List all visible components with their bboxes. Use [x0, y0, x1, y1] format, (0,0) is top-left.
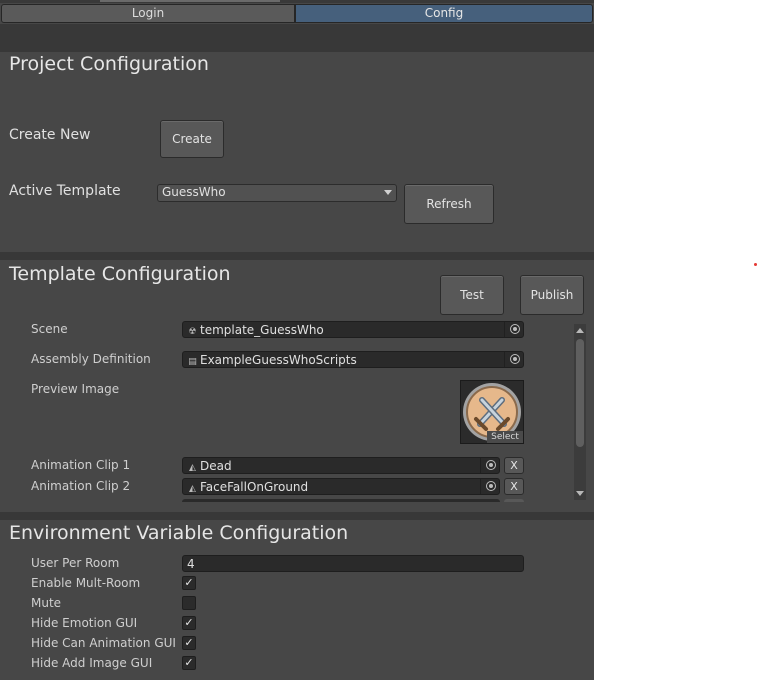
- object-picker-icon[interactable]: [510, 324, 520, 334]
- animation-clip-2-label: Animation Clip 2: [31, 479, 131, 493]
- hide-emotion-gui-label: Hide Emotion GUI: [31, 616, 138, 630]
- project-configuration-title: Project Configuration: [9, 53, 209, 75]
- toolbar-band: [0, 24, 594, 52]
- preview-image-slot[interactable]: Select: [460, 380, 524, 444]
- animation-clip-icon: ◭: [189, 463, 196, 473]
- checkmark-icon: ✓: [184, 616, 194, 629]
- scene-value: template_GuessWho: [200, 323, 324, 337]
- mute-label: Mute: [31, 596, 62, 610]
- mute-checkbox[interactable]: [182, 596, 196, 610]
- hide-add-image-gui-checkbox[interactable]: ✓: [182, 656, 196, 670]
- create-new-label: Create New: [9, 127, 91, 143]
- create-button[interactable]: Create: [160, 120, 224, 158]
- checkmark-icon: ✓: [184, 576, 194, 589]
- scroll-thumb[interactable]: [576, 339, 584, 447]
- active-template-label: Active Template: [9, 183, 121, 199]
- tab-bar: Login Config: [1, 4, 593, 23]
- hide-emotion-gui-checkbox[interactable]: ✓: [182, 616, 196, 630]
- assembly-definition-value: ExampleGuessWhoScripts: [200, 353, 357, 367]
- active-template-dropdown[interactable]: GuessWho: [157, 184, 397, 202]
- enable-multi-room-label: Enable Mult-Room: [31, 576, 141, 590]
- clipped-row-button: [504, 499, 524, 502]
- checkmark-icon: ✓: [184, 656, 194, 669]
- scroll-up-arrow-icon[interactable]: [576, 328, 584, 333]
- checkmark-icon: ✓: [184, 636, 194, 649]
- config-window: Login Config Project Configuration Creat…: [0, 0, 594, 680]
- object-picker-icon[interactable]: [486, 481, 496, 491]
- section-divider-2: [0, 512, 594, 520]
- remove-animation-clip-2-button[interactable]: X: [504, 478, 524, 495]
- refresh-button[interactable]: Refresh: [404, 184, 494, 224]
- dropdown-arrow-icon: [384, 190, 392, 195]
- test-button[interactable]: Test: [440, 275, 504, 315]
- environment-configuration-title: Environment Variable Configuration: [9, 522, 349, 544]
- animation-clip-2-value: FaceFallOnGround: [200, 480, 309, 494]
- top-strip-accent: [100, 0, 280, 2]
- animation-clip-1-label: Animation Clip 1: [31, 458, 131, 472]
- clipped-row-field: [182, 499, 500, 502]
- tab-login[interactable]: Login: [1, 4, 295, 23]
- object-picker-icon[interactable]: [510, 354, 520, 364]
- enable-multi-room-checkbox[interactable]: ✓: [182, 576, 196, 590]
- section-divider-1: [0, 252, 594, 260]
- preview-select-button[interactable]: Select: [487, 431, 523, 443]
- project-configuration-section: Project Configuration Create New Create …: [0, 52, 594, 252]
- template-configuration-title: Template Configuration: [9, 263, 231, 285]
- window-top-strip: [0, 0, 594, 3]
- scroll-down-arrow-icon[interactable]: [576, 491, 584, 496]
- animation-clip-1-field[interactable]: ◭ Dead: [182, 457, 500, 474]
- active-template-value: GuessWho: [162, 185, 226, 199]
- object-picker-icon[interactable]: [486, 460, 496, 470]
- scene-label: Scene: [31, 322, 68, 336]
- hide-add-image-gui-label: Hide Add Image GUI: [31, 656, 153, 670]
- user-per-room-input[interactable]: 4: [182, 555, 524, 572]
- scene-asset-icon: ☢: [188, 327, 197, 337]
- assembly-asset-icon: ▤: [188, 357, 197, 367]
- publish-button[interactable]: Publish: [520, 275, 584, 315]
- remove-animation-clip-1-button[interactable]: X: [504, 457, 524, 474]
- hide-can-animation-gui-label: Hide Can Animation GUI: [31, 636, 176, 650]
- assembly-definition-label: Assembly Definition: [31, 352, 151, 366]
- hide-can-animation-gui-checkbox[interactable]: ✓: [182, 636, 196, 650]
- animation-clip-icon: ◭: [189, 484, 196, 494]
- scene-field[interactable]: ☢ template_GuessWho: [182, 321, 524, 338]
- animation-clip-2-field[interactable]: ◭ FaceFallOnGround: [182, 478, 500, 495]
- assembly-definition-field[interactable]: ▤ ExampleGuessWhoScripts: [182, 351, 524, 368]
- animation-clip-1-value: Dead: [200, 459, 232, 473]
- tab-config[interactable]: Config: [295, 4, 593, 23]
- preview-image-label: Preview Image: [31, 382, 120, 396]
- user-per-room-label: User Per Room: [31, 556, 120, 570]
- template-scrollbar[interactable]: [574, 324, 586, 500]
